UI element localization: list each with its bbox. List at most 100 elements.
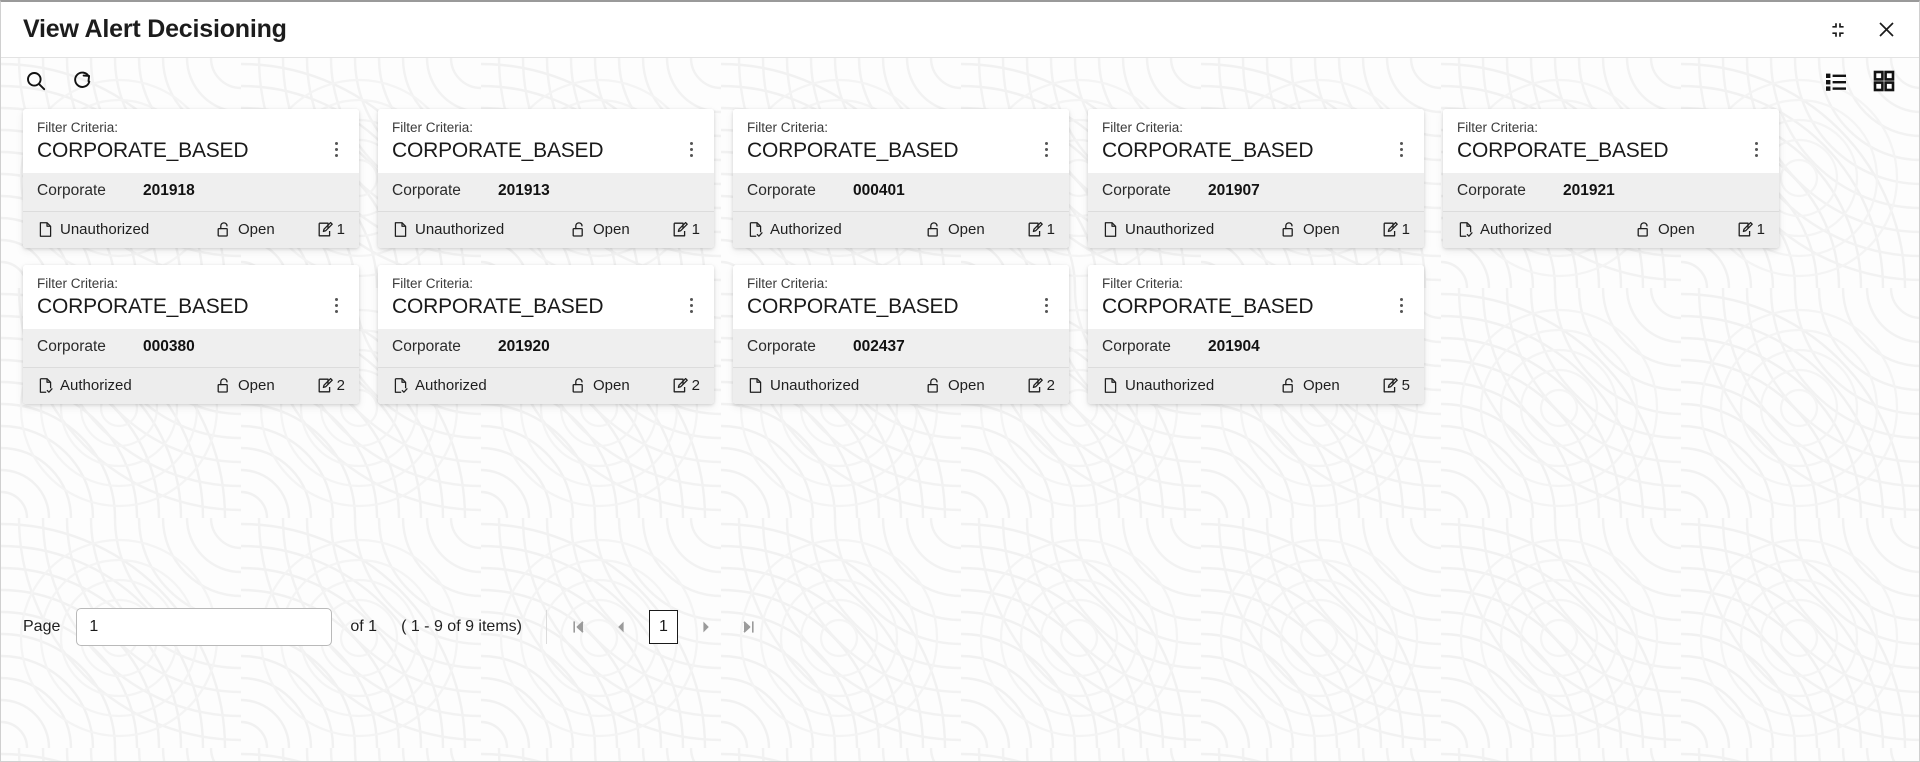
unlock-icon <box>215 221 232 238</box>
kebab-menu-icon[interactable] <box>1392 290 1410 320</box>
unlock-icon <box>570 221 587 238</box>
edit-square-icon[interactable] <box>317 377 334 394</box>
page-title: View Alert Decisioning <box>23 15 287 43</box>
lock-status-label: Open <box>1303 377 1340 394</box>
kebab-menu-icon[interactable] <box>682 134 700 164</box>
lock-status-label: Open <box>238 377 275 394</box>
edit-square-icon[interactable] <box>1737 221 1754 238</box>
edit-count[interactable]: 2 <box>672 377 700 394</box>
corporate-id-value: 000380 <box>143 338 195 355</box>
edit-square-icon[interactable] <box>672 221 689 238</box>
corporate-key-label: Corporate <box>747 338 816 355</box>
kebab-menu-icon[interactable] <box>1392 134 1410 164</box>
edit-count-label: 1 <box>336 221 345 238</box>
page-input[interactable] <box>76 608 333 646</box>
edit-square-icon[interactable] <box>1027 221 1044 238</box>
lock-status-label: Open <box>948 377 985 394</box>
edit-square-icon[interactable] <box>672 377 689 394</box>
alert-card[interactable]: Filter Criteria: CORPORATE_BASED Corporate… <box>1443 109 1779 248</box>
alert-card[interactable]: Filter Criteria: CORPORATE_BASED Corporate… <box>23 109 359 248</box>
filter-criteria-label: Filter Criteria: <box>392 276 474 291</box>
alert-card[interactable]: Filter Criteria: CORPORATE_BASED Corporate… <box>733 265 1069 404</box>
alert-card[interactable]: Filter Criteria: CORPORATE_BASED Corporate… <box>1088 109 1424 248</box>
list-view-icon[interactable] <box>1823 68 1849 94</box>
search-icon[interactable] <box>23 68 49 94</box>
edit-count-label: 1 <box>1401 221 1410 238</box>
next-page-icon[interactable] <box>688 609 724 645</box>
authorization-status: Unauthorized <box>37 221 215 238</box>
filter-criteria-label: Filter Criteria: <box>1102 120 1184 135</box>
pagination-nav: 1 <box>561 609 766 645</box>
edit-square-icon[interactable] <box>1382 221 1399 238</box>
edit-count-label: 2 <box>336 377 345 394</box>
first-page-icon[interactable] <box>561 609 597 645</box>
corporate-id-value: 201904 <box>1208 338 1260 355</box>
lock-status: Open <box>570 221 672 238</box>
window-title-bar: View Alert Decisioning <box>1 2 1919 58</box>
alert-decisioning-window: View Alert Decisioning Filter Criteria: … <box>0 0 1920 762</box>
kebab-menu-icon[interactable] <box>1037 290 1055 320</box>
kebab-menu-icon[interactable] <box>327 134 345 164</box>
filter-criteria-value: CORPORATE_BASED <box>37 294 249 318</box>
edit-square-icon[interactable] <box>317 221 334 238</box>
authorization-status-label: Authorized <box>60 377 132 394</box>
edit-count[interactable]: 5 <box>1382 377 1410 394</box>
unlock-icon <box>925 221 942 238</box>
filter-criteria-label: Filter Criteria: <box>747 120 829 135</box>
current-page-button[interactable]: 1 <box>648 610 678 644</box>
card-header: Filter Criteria: CORPORATE_BASED <box>733 109 1069 173</box>
unlock-icon <box>1280 221 1297 238</box>
last-page-icon[interactable] <box>730 609 766 645</box>
corporate-key-label: Corporate <box>37 182 106 199</box>
filter-criteria-label: Filter Criteria: <box>747 276 829 291</box>
edit-count[interactable]: 2 <box>317 377 345 394</box>
edit-square-icon[interactable] <box>1382 377 1399 394</box>
edit-count[interactable]: 1 <box>317 221 345 238</box>
authorization-status-label: Unauthorized <box>415 221 505 238</box>
authorization-status-label: Authorized <box>1480 221 1552 238</box>
card-body: Corporate 201920 <box>378 329 714 367</box>
edit-count[interactable]: 1 <box>672 221 700 238</box>
corporate-id-value: 002437 <box>853 338 905 355</box>
edit-count[interactable]: 1 <box>1382 221 1410 238</box>
close-icon[interactable] <box>1875 19 1897 41</box>
filter-criteria-label: Filter Criteria: <box>1102 276 1184 291</box>
filter-criteria-value: CORPORATE_BASED <box>1457 138 1669 162</box>
alert-card[interactable]: Filter Criteria: CORPORATE_BASED Corporate… <box>733 109 1069 248</box>
collapse-icon[interactable] <box>1827 19 1849 41</box>
edit-count-label: 1 <box>1756 221 1765 238</box>
document-icon <box>1102 377 1119 394</box>
authorization-status: Unauthorized <box>392 221 570 238</box>
edit-count[interactable]: 1 <box>1737 221 1765 238</box>
kebab-menu-icon[interactable] <box>327 290 345 320</box>
edit-count[interactable]: 2 <box>1027 377 1055 394</box>
alert-card[interactable]: Filter Criteria: CORPORATE_BASED Corporate… <box>1088 265 1424 404</box>
alert-card[interactable]: Filter Criteria: CORPORATE_BASED Corporate… <box>378 265 714 404</box>
refresh-icon[interactable] <box>69 68 95 94</box>
card-footer: Authorized Open 2 <box>23 367 359 404</box>
kebab-menu-icon[interactable] <box>1747 134 1765 164</box>
edit-count-label: 1 <box>1046 221 1055 238</box>
corporate-id-value: 201918 <box>143 182 195 199</box>
card-footer: Authorized Open 1 <box>1443 211 1779 248</box>
lock-status: Open <box>570 377 672 394</box>
kebab-menu-icon[interactable] <box>682 290 700 320</box>
lock-status: Open <box>1280 377 1382 394</box>
edit-count-label: 1 <box>691 221 700 238</box>
grid-view-icon[interactable] <box>1871 68 1897 94</box>
lock-status: Open <box>925 221 1027 238</box>
prev-page-icon[interactable] <box>603 609 639 645</box>
unlock-icon <box>570 377 587 394</box>
card-body: Corporate 000401 <box>733 173 1069 211</box>
edit-square-icon[interactable] <box>1027 377 1044 394</box>
alert-card[interactable]: Filter Criteria: CORPORATE_BASED Corporate… <box>23 265 359 404</box>
edit-count[interactable]: 1 <box>1027 221 1055 238</box>
lock-status: Open <box>215 377 317 394</box>
authorization-status: Unauthorized <box>747 377 925 394</box>
corporate-id-value: 000401 <box>853 182 905 199</box>
kebab-menu-icon[interactable] <box>1037 134 1055 164</box>
alert-card[interactable]: Filter Criteria: CORPORATE_BASED Corporate… <box>378 109 714 248</box>
card-body: Corporate 201904 <box>1088 329 1424 367</box>
filter-criteria-value: CORPORATE_BASED <box>747 138 959 162</box>
lock-status: Open <box>925 377 1027 394</box>
